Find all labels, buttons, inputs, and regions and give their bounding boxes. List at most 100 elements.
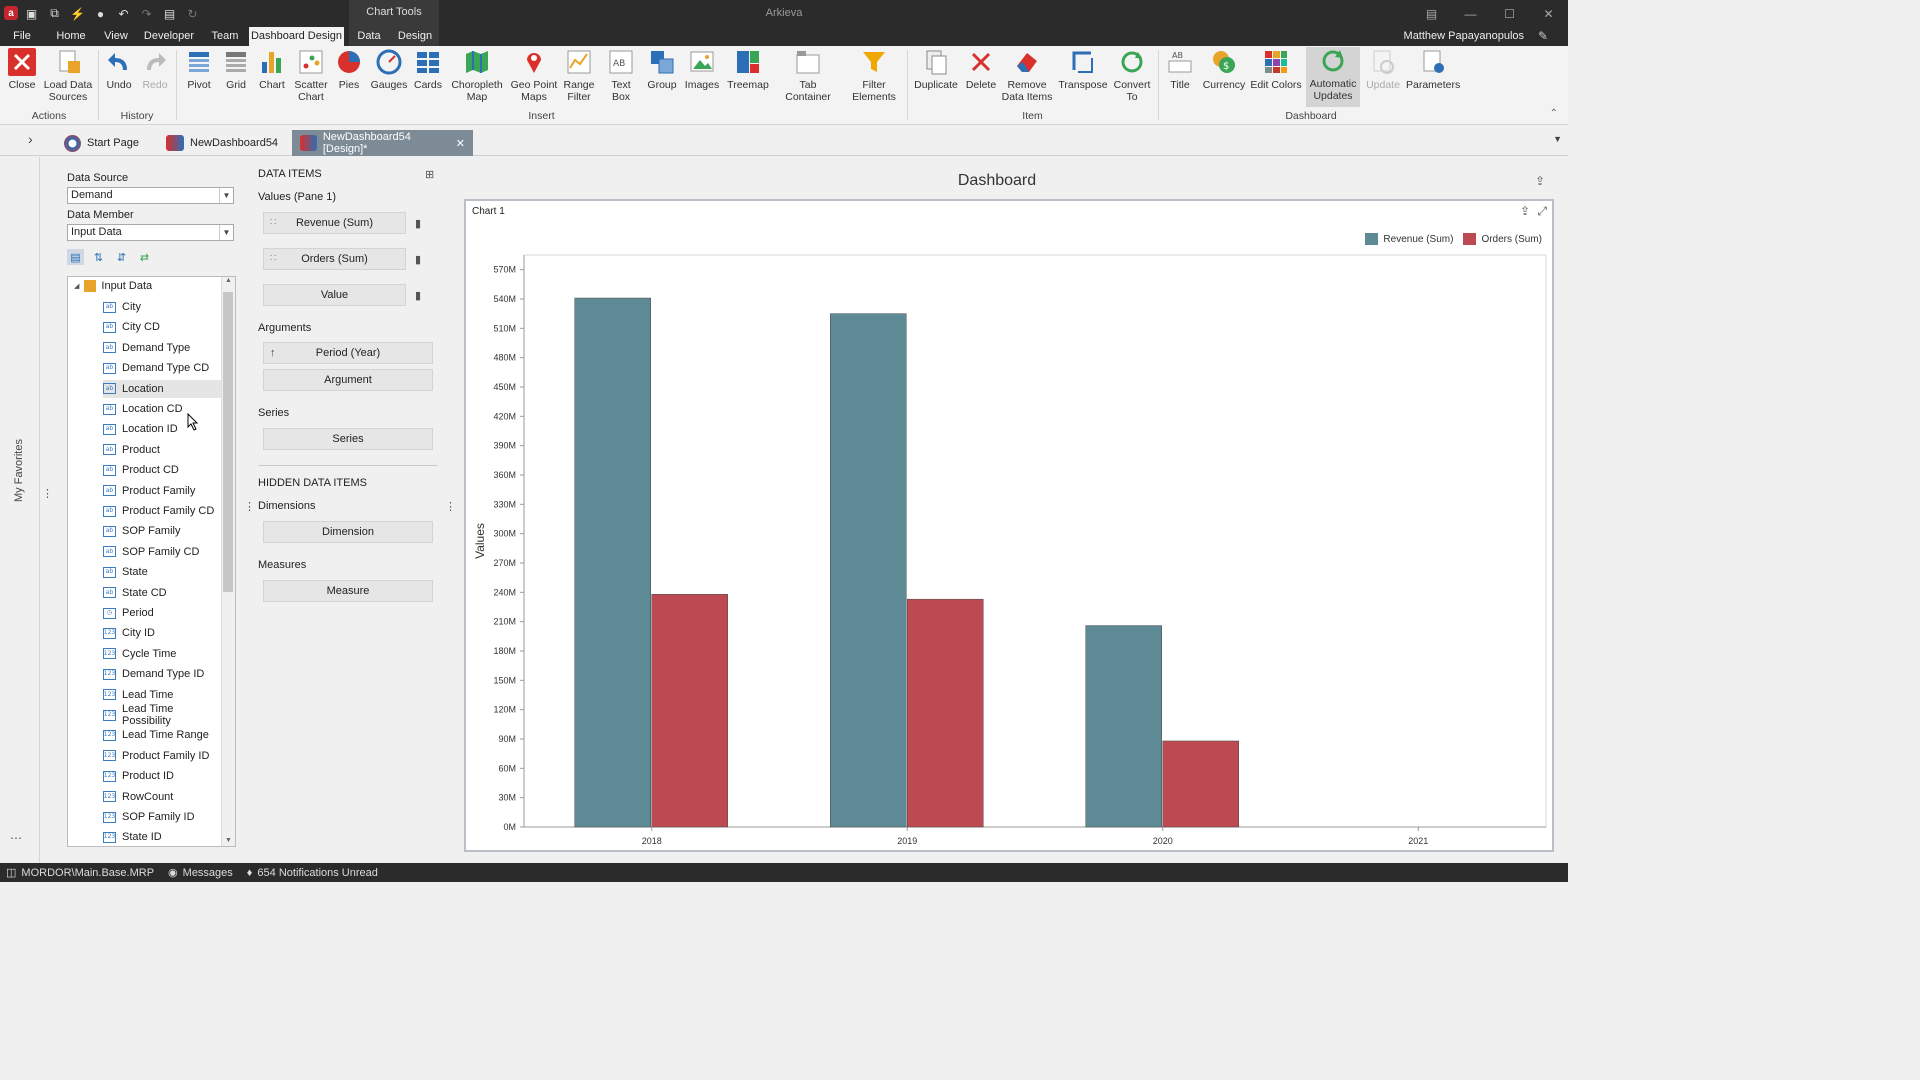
field-item[interactable]: 123 Cycle Time	[103, 645, 222, 663]
automatic-updates-button[interactable]: Automatic Updates	[1306, 47, 1360, 107]
scroll-up-icon[interactable]: ▲	[225, 277, 232, 284]
tab-new-dashboard-design[interactable]: NewDashboard54 [Design]* ✕	[292, 130, 473, 156]
collapse-triangle-icon[interactable]: ◢	[74, 282, 79, 290]
redo-button[interactable]: Redo	[140, 48, 170, 91]
currency-button[interactable]: $ Currency	[1202, 48, 1246, 91]
scroll-thumb[interactable]	[223, 292, 233, 592]
field-item[interactable]: 123 SOP Family ID	[103, 808, 222, 826]
field-item[interactable]: ab Demand Type	[103, 339, 222, 357]
maximize-icon[interactable]: ☐	[1490, 0, 1529, 27]
tab-view[interactable]: View	[101, 27, 131, 46]
value-item-revenue[interactable]: ∷ Revenue (Sum)	[263, 212, 406, 234]
field-item[interactable]: ab SOP Family CD	[103, 543, 222, 561]
value-item-orders[interactable]: ∷ Orders (Sum)	[263, 248, 406, 270]
expand-panel-chevron-icon[interactable]: ›	[28, 131, 33, 147]
load-data-sources-button[interactable]: Load Data Sources	[42, 48, 94, 103]
splitter-grip-icon[interactable]: ⋮	[42, 487, 53, 500]
field-item[interactable]: ab Location CD	[103, 400, 222, 418]
dropdown-arrow-icon[interactable]: ▼	[219, 188, 233, 203]
scroll-down-icon[interactable]: ▼	[225, 837, 232, 844]
minimize-icon[interactable]: —	[1451, 0, 1490, 27]
geo-point-maps-button[interactable]: Geo Point Maps	[508, 48, 560, 103]
filter-elements-button[interactable]: Filter Elements	[846, 48, 902, 103]
close-button[interactable]: Close	[6, 48, 38, 91]
transpose-button[interactable]: Transpose	[1058, 48, 1108, 91]
field-item[interactable]: 123 Product ID	[103, 767, 222, 785]
text-box-button[interactable]: AB Text Box	[602, 48, 640, 103]
restore-layout-icon[interactable]: ▤	[1412, 0, 1451, 27]
group-by-type-icon[interactable]: ▤	[67, 249, 84, 265]
splitter-grip-icon[interactable]: ⋮	[244, 500, 255, 513]
field-item[interactable]: ab State CD	[103, 584, 222, 602]
measure-item-placeholder[interactable]: Measure	[263, 580, 433, 602]
duplicate-button[interactable]: Duplicate	[912, 48, 960, 91]
field-item[interactable]: 123 Product Family ID	[103, 747, 222, 765]
field-item[interactable]: ab Location ID	[103, 420, 222, 438]
tab-start-page[interactable]: Start Page	[56, 130, 147, 156]
field-item[interactable]: 123 Lead Time Possibility	[103, 703, 222, 727]
tab-home[interactable]: Home	[54, 27, 88, 46]
chart-item[interactable]: Chart 1 ⇪ ⤢ Revenue (Sum) Orders (Sum) 0…	[464, 199, 1554, 852]
argument-item-placeholder[interactable]: Argument	[263, 369, 433, 391]
delete-button[interactable]: Delete	[964, 48, 998, 91]
field-item[interactable]: 123 City ID	[103, 624, 222, 642]
splitter-grip-icon[interactable]: ⋮	[445, 500, 456, 513]
sort-descending-icon[interactable]: ⇵	[113, 249, 130, 265]
treemap-button[interactable]: Treemap	[726, 48, 770, 91]
field-item[interactable]: ab Product Family	[103, 482, 222, 500]
field-item[interactable]: ab Product	[103, 441, 222, 459]
series-type-icon[interactable]: ▮	[415, 217, 429, 231]
parameters-button[interactable]: Parameters	[1406, 48, 1460, 91]
more-options-icon[interactable]: ⋯	[10, 831, 22, 845]
grid-button[interactable]: Grid	[222, 48, 250, 91]
field-item[interactable]: ab Location	[103, 379, 222, 398]
field-item[interactable]: ab City CD	[103, 318, 222, 336]
status-messages[interactable]: ◉ Messages	[168, 866, 233, 880]
update-button[interactable]: Update	[1364, 48, 1402, 91]
dashboard-title[interactable]: Dashboard	[466, 172, 1528, 190]
field-item[interactable]: ab State	[103, 563, 222, 581]
user-status-icon[interactable]: ✎	[1538, 29, 1548, 43]
dropdown-arrow-icon[interactable]: ▼	[219, 225, 233, 240]
scatter-chart-button[interactable]: Scatter Chart	[292, 48, 330, 103]
field-item[interactable]: 123 Lead Time	[103, 686, 222, 704]
cards-button[interactable]: Cards	[412, 48, 444, 91]
series-item-placeholder[interactable]: Series	[263, 428, 433, 450]
tab-dashboard-design[interactable]: Dashboard Design	[249, 27, 344, 46]
field-item[interactable]: ab City	[103, 298, 222, 316]
images-button[interactable]: Images	[684, 48, 720, 91]
status-notifications[interactable]: ♦ 654 Notifications Unread	[247, 867, 378, 879]
my-favorites-label[interactable]: My Favorites	[13, 439, 25, 502]
tab-file[interactable]: File	[8, 27, 36, 46]
field-item[interactable]: ab Product Family CD	[103, 502, 222, 520]
pies-button[interactable]: Pies	[334, 48, 364, 91]
tab-developer[interactable]: Developer	[143, 27, 195, 46]
field-item[interactable]: ab SOP Family	[103, 522, 222, 540]
drag-grip-icon[interactable]: ∷	[270, 213, 276, 233]
convert-to-button[interactable]: Convert To	[1110, 48, 1154, 103]
close-window-icon[interactable]: ✕	[1529, 0, 1568, 27]
range-filter-button[interactable]: Range Filter	[562, 48, 596, 103]
field-item[interactable]: 123 State ID	[103, 828, 222, 846]
chart-button[interactable]: Chart	[256, 48, 288, 91]
pivot-button[interactable]: Pivot	[182, 48, 216, 91]
field-item[interactable]: 123 Demand Type ID	[103, 665, 222, 683]
undo-button[interactable]: Undo	[104, 48, 134, 91]
field-item[interactable]: 123 RowCount	[103, 788, 222, 806]
edit-colors-button[interactable]: Edit Colors	[1250, 48, 1302, 91]
close-tab-icon[interactable]: ✕	[456, 137, 465, 150]
tab-container-button[interactable]: Tab Container	[776, 48, 840, 103]
tab-new-dashboard[interactable]: NewDashboard54	[158, 130, 286, 156]
gauges-button[interactable]: Gauges	[370, 48, 408, 91]
tab-list-dropdown-icon[interactable]: ▼	[1553, 134, 1562, 144]
tree-root[interactable]: ◢ Input Data	[74, 280, 152, 292]
collapse-ribbon-icon[interactable]: ⌃	[1550, 108, 1558, 119]
title-button[interactable]: AB Title	[1162, 48, 1198, 91]
dimension-item-placeholder[interactable]: Dimension	[263, 521, 433, 543]
series-type-icon[interactable]: ▮	[415, 253, 429, 267]
export-dashboard-icon[interactable]: ⇪	[1535, 174, 1545, 188]
argument-item-period[interactable]: ↑ Period (Year)	[263, 342, 433, 364]
data-source-combo[interactable]: Demand ▼	[67, 187, 234, 204]
drag-grip-icon[interactable]: ∷	[270, 249, 276, 269]
field-item[interactable]: ◷ Period	[103, 604, 222, 622]
